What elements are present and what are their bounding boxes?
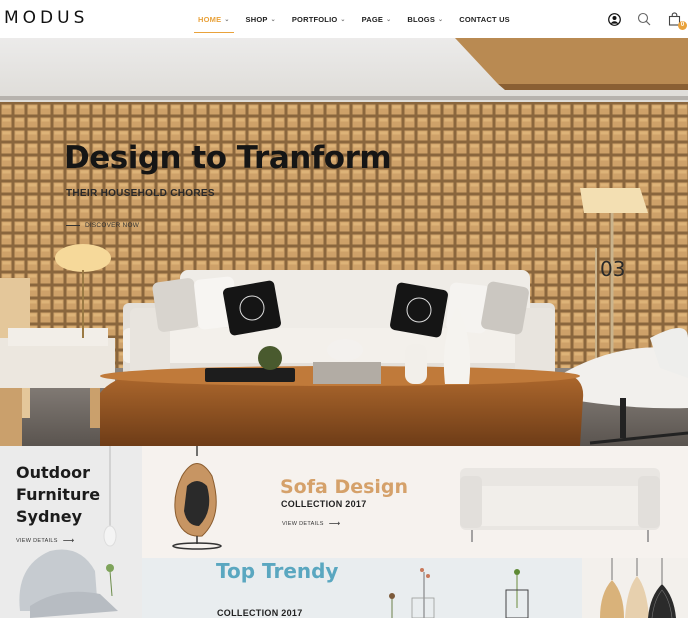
slide-number: 03 bbox=[600, 257, 626, 281]
nav-label: PAGE bbox=[361, 14, 384, 24]
discover-now-link[interactable]: DISCOVER NOW bbox=[66, 222, 139, 229]
hero-slider: Design to Tranform THEIR HOUSEHOLD CHORE… bbox=[0, 38, 688, 446]
main-nav: HOME ⌄ SHOP ⌄ PORTFOLIO ⌄ PAGE ⌄ BLOGS ⌄… bbox=[194, 0, 526, 38]
nav-item-shop[interactable]: SHOP ⌄ bbox=[246, 15, 276, 24]
banner-sofa-design[interactable]: Sofa Design COLLECTION 2017 VIEW DETAILS… bbox=[142, 446, 688, 558]
nav-item-portfolio[interactable]: PORTFOLIO ⌄ bbox=[292, 15, 346, 24]
outdoor-view-details-link[interactable]: VIEW DETAILS ⟶ bbox=[16, 536, 74, 545]
nav-item-blogs[interactable]: BLOGS ⌄ bbox=[407, 15, 443, 24]
chevron-down-icon: ⌄ bbox=[438, 16, 444, 23]
sofa-banner-image bbox=[142, 446, 688, 558]
chevron-down-icon: ⌄ bbox=[386, 16, 392, 23]
cart-icon[interactable]: 0 bbox=[666, 11, 687, 30]
site-logo[interactable]: MODUS bbox=[4, 8, 88, 28]
pendant-lamps-image bbox=[582, 558, 688, 618]
nav-label: PORTFOLIO bbox=[291, 14, 338, 24]
cta-label: DISCOVER NOW bbox=[85, 222, 140, 229]
site-header: MODUS HOME ⌄ SHOP ⌄ PORTFOLIO ⌄ PAGE ⌄ B… bbox=[0, 0, 688, 38]
arrow-right-icon: ⟶ bbox=[328, 519, 341, 528]
arrow-right-icon: ⟶ bbox=[62, 536, 75, 545]
top-trendy-title: Top Trendy bbox=[216, 559, 339, 583]
view-details-label: VIEW DETAILS bbox=[282, 520, 324, 527]
sofa-view-details-link[interactable]: VIEW DETAILS ⟶ bbox=[282, 519, 340, 528]
cart-count-badge: 0 bbox=[678, 21, 687, 30]
title-line: Furniture bbox=[16, 485, 101, 504]
sofa-design-title: Sofa Design bbox=[280, 476, 409, 498]
nav-item-page[interactable]: PAGE ⌄ bbox=[362, 15, 392, 24]
view-details-label: VIEW DETAILS bbox=[16, 537, 58, 544]
search-icon[interactable] bbox=[636, 11, 652, 27]
sofa-collection-subtitle: COLLECTION 2017 bbox=[281, 499, 367, 509]
nav-label: SHOP bbox=[245, 14, 268, 24]
title-line: Outdoor bbox=[16, 463, 90, 482]
chevron-down-icon: ⌄ bbox=[224, 16, 230, 23]
chevron-down-icon: ⌄ bbox=[340, 16, 346, 23]
nav-label: HOME bbox=[198, 14, 222, 24]
outdoor-title: Outdoor Furniture Sydney bbox=[16, 462, 136, 528]
nav-label: CONTACT US bbox=[459, 14, 510, 24]
hero-title: Design to Tranform bbox=[64, 140, 392, 176]
user-icon[interactable] bbox=[606, 11, 622, 27]
banner-top-trendy[interactable]: Top Trendy COLLECTION 2017 bbox=[142, 558, 582, 618]
nav-label: BLOGS bbox=[407, 14, 436, 24]
hero-image bbox=[0, 38, 688, 446]
nav-item-home[interactable]: HOME ⌄ bbox=[194, 14, 234, 33]
cta-line bbox=[66, 225, 80, 226]
banner-outdoor-furniture[interactable]: Outdoor Furniture Sydney VIEW DETAILS ⟶ bbox=[0, 446, 142, 618]
chevron-down-icon: ⌄ bbox=[270, 16, 276, 23]
trendy-banner-image bbox=[142, 558, 582, 618]
trendy-collection-subtitle: COLLECTION 2017 bbox=[217, 608, 303, 618]
banner-pendant-lamps[interactable] bbox=[582, 558, 688, 618]
header-actions: 0 bbox=[592, 0, 687, 38]
nav-item-contact[interactable]: CONTACT US bbox=[459, 15, 510, 24]
hero-subtitle: THEIR HOUSEHOLD CHORES bbox=[66, 188, 215, 199]
title-line: Sydney bbox=[16, 507, 83, 526]
